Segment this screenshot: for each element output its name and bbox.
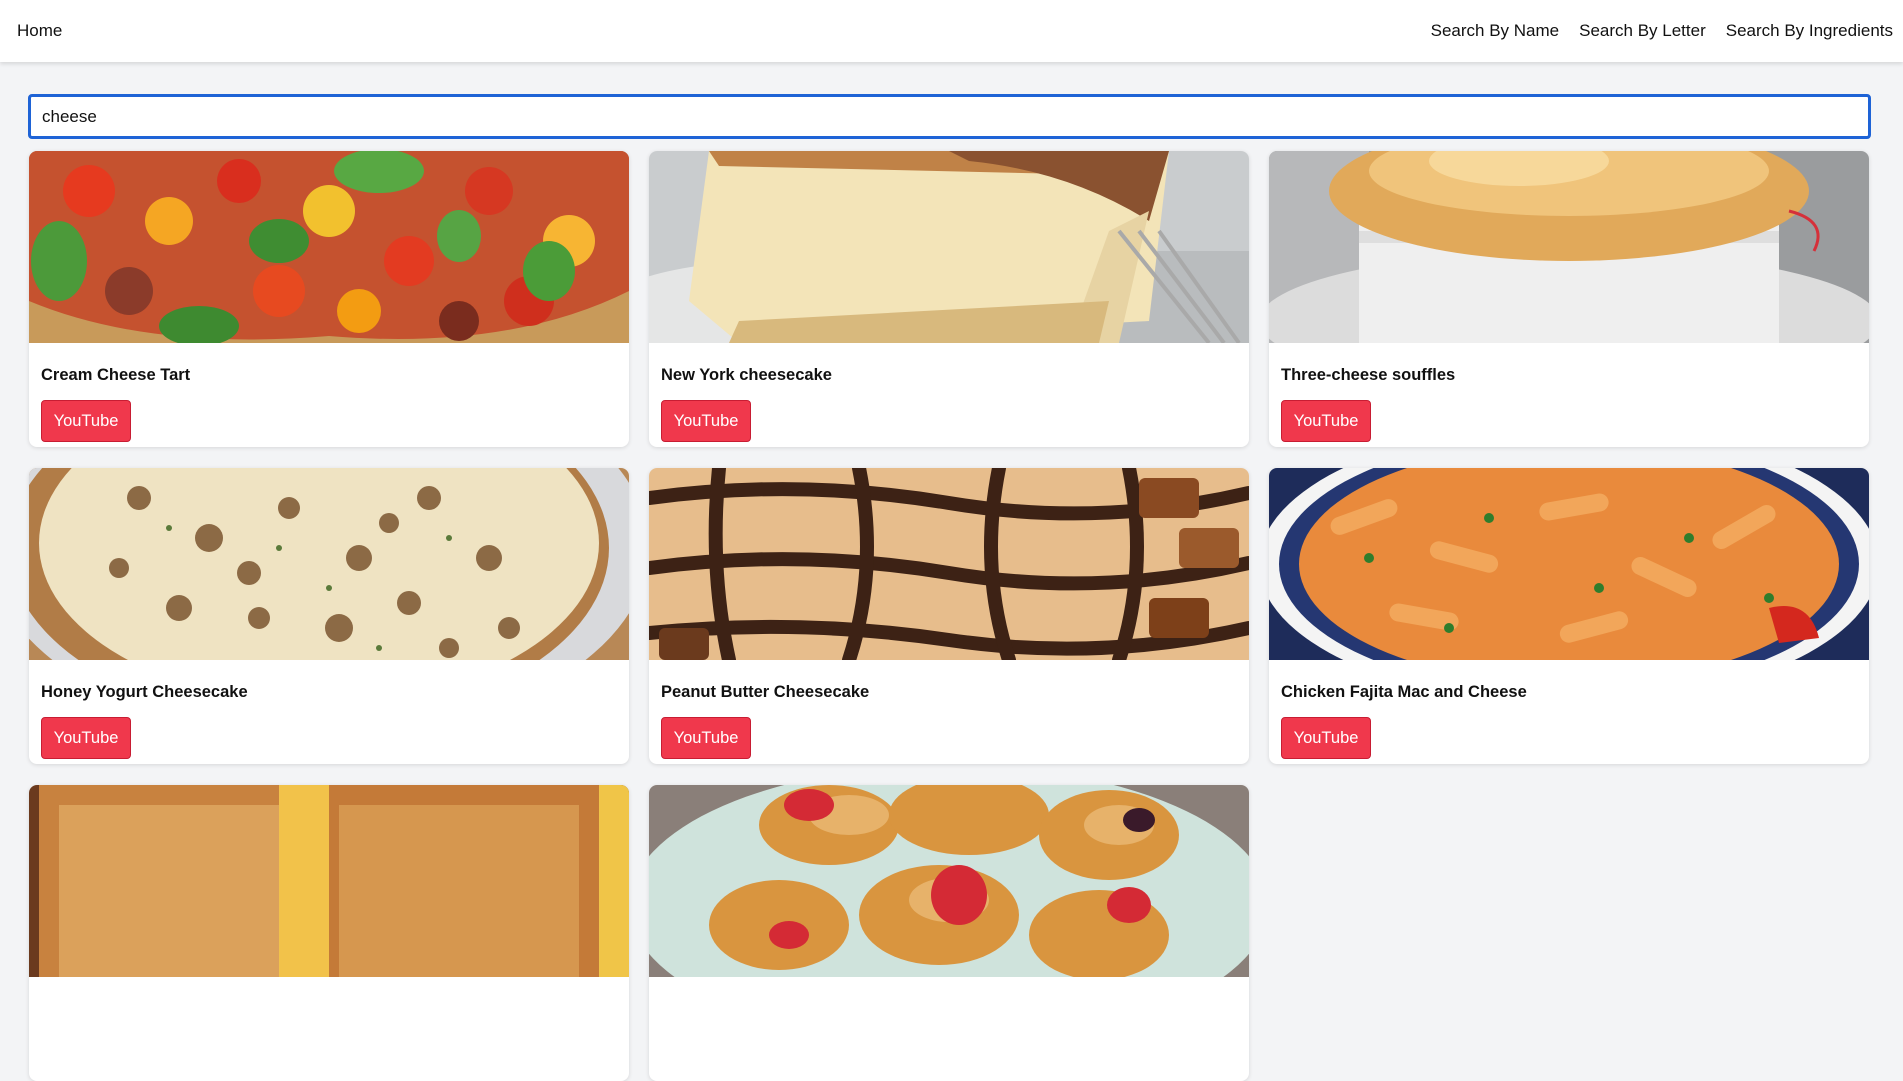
meal-image[interactable] xyxy=(29,468,629,660)
nav-home-link[interactable]: Home xyxy=(17,21,62,41)
youtube-button[interactable]: YouTube xyxy=(1281,717,1371,759)
meal-title xyxy=(41,1000,629,1020)
meal-image[interactable] xyxy=(1269,151,1869,343)
nav-search-by-name-link[interactable]: Search By Name xyxy=(1431,21,1560,41)
meal-title: Honey Yogurt Cheesecake xyxy=(41,683,248,701)
strawberry-pastry-photo xyxy=(649,785,1249,977)
youtube-button[interactable]: YouTube xyxy=(661,400,751,442)
search-container xyxy=(28,94,1871,139)
youtube-button[interactable]: YouTube xyxy=(41,400,131,442)
nav-right-group: Search By Name Search By Letter Search B… xyxy=(1431,21,1893,41)
meal-card xyxy=(649,785,1249,1081)
meal-card: Honey Yogurt Cheesecake YouTube xyxy=(29,468,629,764)
chocolate-drizzle-photo xyxy=(649,468,1249,660)
youtube-button[interactable]: YouTube xyxy=(661,717,751,759)
meal-card: New York cheesecake YouTube xyxy=(649,151,1249,447)
meal-image[interactable] xyxy=(29,151,629,343)
meal-image[interactable] xyxy=(29,785,629,977)
meal-card: Cream Cheese Tart YouTube xyxy=(29,151,629,447)
meal-title: Peanut Butter Cheesecake xyxy=(661,683,870,701)
nav-search-by-ingredients-link[interactable]: Search By Ingredients xyxy=(1726,21,1893,41)
souffle-photo xyxy=(1269,151,1869,343)
youtube-button[interactable]: YouTube xyxy=(41,717,131,759)
meal-title: Three-cheese souffles xyxy=(1281,366,1456,384)
search-input[interactable] xyxy=(28,94,1871,139)
meal-card xyxy=(29,785,629,1081)
top-navbar: Home Search By Name Search By Letter Sea… xyxy=(0,0,1903,62)
meal-title xyxy=(661,1000,1249,1020)
meal-card: Three-cheese souffles YouTube xyxy=(1269,151,1869,447)
tomato-tart-photo xyxy=(29,151,629,343)
walnut-cheesecake-photo xyxy=(29,468,629,660)
meal-grid: Cream Cheese Tart YouTube New York chees… xyxy=(29,151,1870,1081)
cheesecake-slice-photo xyxy=(649,151,1249,343)
nav-search-by-letter-link[interactable]: Search By Letter xyxy=(1579,21,1706,41)
meal-image[interactable] xyxy=(649,151,1249,343)
pasta-photo xyxy=(1269,468,1869,660)
meal-title: New York cheesecake xyxy=(661,366,832,384)
meal-title: Chicken Fajita Mac and Cheese xyxy=(1281,683,1527,701)
meal-card: Peanut Butter Cheesecake YouTube xyxy=(649,468,1249,764)
meal-image[interactable] xyxy=(649,468,1249,660)
grilled-cheese-photo xyxy=(29,785,629,977)
meal-image[interactable] xyxy=(1269,468,1869,660)
meal-title: Cream Cheese Tart xyxy=(41,366,191,384)
youtube-button[interactable]: YouTube xyxy=(1281,400,1371,442)
meal-card: Chicken Fajita Mac and Cheese YouTube xyxy=(1269,468,1869,764)
meal-image[interactable] xyxy=(649,785,1249,977)
